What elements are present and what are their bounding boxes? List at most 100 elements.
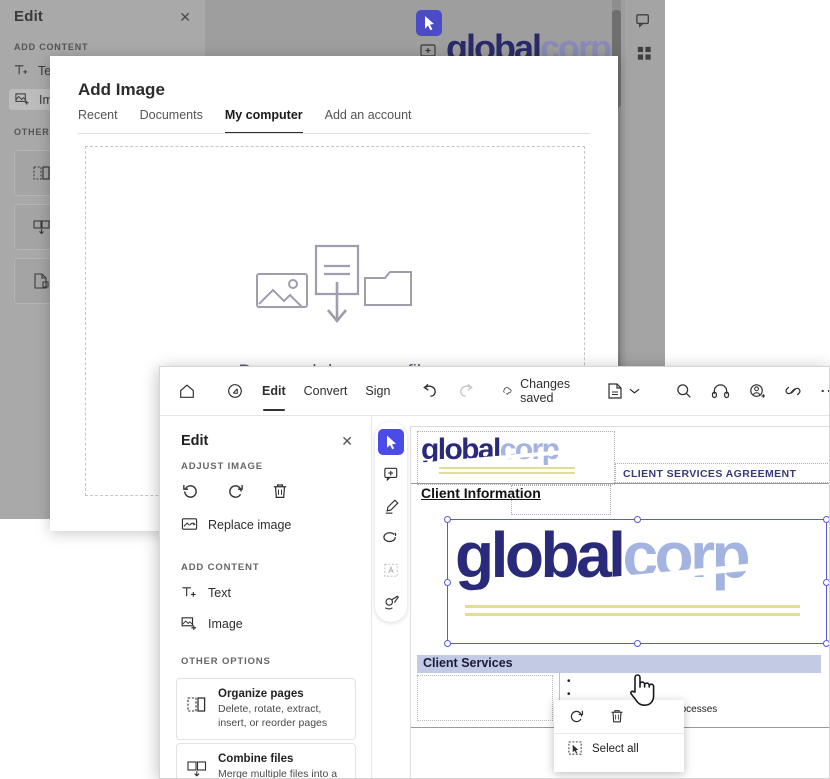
- text-select-icon: [383, 563, 398, 577]
- foreground-app-window: Edit Convert Sign Changes saved Edit ✕ A…: [159, 366, 830, 779]
- add-image-icon: [181, 617, 197, 631]
- search-icon: [677, 384, 692, 398]
- close-icon[interactable]: ✕: [341, 433, 353, 450]
- changes-saved-label: Changes saved: [520, 377, 571, 405]
- bullet-2: •: [567, 689, 571, 700]
- combine-files-subtitle: Merge multiple files into a: [218, 768, 338, 779]
- rotate-clockwise-icon[interactable]: [568, 708, 585, 725]
- app-toolbar: Edit Convert Sign Changes saved: [160, 367, 829, 416]
- dropzone-icon-group: [255, 242, 415, 332]
- combine-files-title: Combine files: [218, 753, 294, 765]
- comment-bubble-icon[interactable]: [635, 12, 654, 31]
- table-cell-left: [417, 675, 553, 721]
- select-tool[interactable]: [378, 429, 404, 455]
- select-all-icon: [568, 741, 583, 756]
- comment-tool[interactable]: [378, 461, 404, 487]
- cursor-arrow-icon: [425, 16, 434, 31]
- resize-handle-s[interactable]: [634, 640, 641, 647]
- apps-grid-icon[interactable]: [635, 44, 654, 63]
- cursor-arrow-icon: [387, 435, 396, 450]
- search-button[interactable]: [649, 367, 702, 416]
- add-text-button[interactable]: Text: [181, 584, 231, 601]
- header-logo-light: corp: [499, 433, 560, 466]
- changes-saved-status: Changes saved: [485, 367, 585, 416]
- document-download-icon: [314, 244, 360, 324]
- organize-pages-title: Organize pages: [218, 688, 304, 700]
- add-comment-icon: [383, 467, 397, 481]
- folder-icon: [364, 271, 412, 306]
- combine-files-icon: [187, 753, 207, 778]
- redo-button[interactable]: [448, 367, 485, 416]
- organize-pages-icon: [187, 688, 207, 730]
- add-text-icon: [14, 65, 28, 75]
- tab-convert[interactable]: Convert: [295, 367, 357, 416]
- home-icon: [180, 384, 194, 398]
- link-icon: [785, 386, 801, 396]
- tab-sign[interactable]: Sign: [356, 367, 399, 416]
- select-all-menu-item[interactable]: Select all: [554, 734, 684, 763]
- combine-files-icon: [33, 218, 51, 236]
- client-info-bounds: [511, 485, 611, 515]
- replace-image-button[interactable]: Replace image: [181, 516, 291, 533]
- organize-pages-icon: [33, 164, 51, 182]
- resize-handle-e[interactable]: [823, 579, 829, 586]
- image-context-menu: Select all: [554, 700, 684, 772]
- resize-handle-w[interactable]: [444, 579, 451, 586]
- add-image-label: Image: [208, 616, 243, 631]
- background-select-tool[interactable]: [416, 10, 442, 36]
- select-all-label: Select all: [592, 742, 639, 755]
- dialog-tabs: Recent Documents My computer Add an acco…: [78, 108, 412, 134]
- draw-tool[interactable]: [378, 589, 404, 615]
- more-options-button[interactable]: [811, 367, 829, 416]
- home-button[interactable]: [160, 367, 205, 416]
- tab-edit[interactable]: Edit: [253, 367, 295, 416]
- export-pdf-icon: [33, 272, 51, 290]
- add-person-icon: [750, 384, 766, 398]
- add-image-icon: [15, 93, 29, 105]
- dialog-title: Add Image: [78, 80, 165, 99]
- context-menu-tools: [554, 700, 684, 734]
- rotate-clockwise-icon[interactable]: [226, 482, 245, 501]
- add-text-icon: [182, 587, 196, 597]
- resize-handle-sw[interactable]: [444, 640, 451, 647]
- resize-handle-se[interactable]: [823, 640, 829, 647]
- organize-pages-text: Organize pages Delete, rotate, extract, …: [218, 688, 345, 730]
- undo-button[interactable]: [411, 367, 448, 416]
- combine-files-card[interactable]: Combine files Merge multiple files into …: [176, 743, 356, 779]
- agreement-title: CLIENT SERVICES AGREEMENT: [623, 468, 797, 480]
- resize-handle-nw[interactable]: [444, 516, 451, 523]
- highlight-tool[interactable]: [378, 493, 404, 519]
- share-link-button[interactable]: [775, 367, 811, 416]
- pen-icon: [384, 594, 399, 609]
- selected-logo-underline-2: [465, 613, 800, 616]
- header-logo-underline-2: [439, 472, 575, 474]
- rotate-counterclockwise-icon[interactable]: [181, 482, 200, 501]
- tab-recent[interactable]: Recent: [78, 108, 118, 134]
- lasso-icon: [382, 531, 396, 542]
- listen-button[interactable]: [702, 367, 739, 416]
- dialog-tab-divider: [78, 133, 590, 134]
- client-services-header: Client Services: [423, 656, 513, 670]
- resize-handle-ne[interactable]: [823, 516, 829, 523]
- background-panel-title: Edit: [14, 8, 44, 25]
- bullet-1: •: [567, 676, 571, 687]
- edit-panel-title: Edit: [181, 433, 209, 449]
- organize-pages-card[interactable]: Organize pages Delete, rotate, extract, …: [176, 678, 356, 741]
- background-add-text-row[interactable]: Te: [14, 63, 51, 78]
- add-content-section-label: ADD CONTENT: [181, 562, 260, 573]
- add-image-button[interactable]: Image: [181, 615, 243, 632]
- text-select-tool[interactable]: [378, 557, 404, 583]
- trash-icon[interactable]: [609, 708, 625, 725]
- tab-add-an-account[interactable]: Add an account: [325, 108, 412, 134]
- more-horizontal-icon: [821, 389, 829, 393]
- tab-documents[interactable]: Documents: [140, 108, 203, 134]
- recent-button[interactable]: [217, 367, 253, 416]
- tab-my-computer[interactable]: My computer: [224, 108, 303, 134]
- page-view-dropdown[interactable]: [585, 367, 649, 416]
- erase-tool[interactable]: [378, 525, 404, 551]
- trash-icon[interactable]: [271, 482, 289, 501]
- tool-rail: [375, 422, 407, 622]
- add-person-button[interactable]: [739, 367, 775, 416]
- other-options-section-label: OTHER OPTIONS: [181, 656, 271, 667]
- close-icon[interactable]: ✕: [179, 9, 191, 26]
